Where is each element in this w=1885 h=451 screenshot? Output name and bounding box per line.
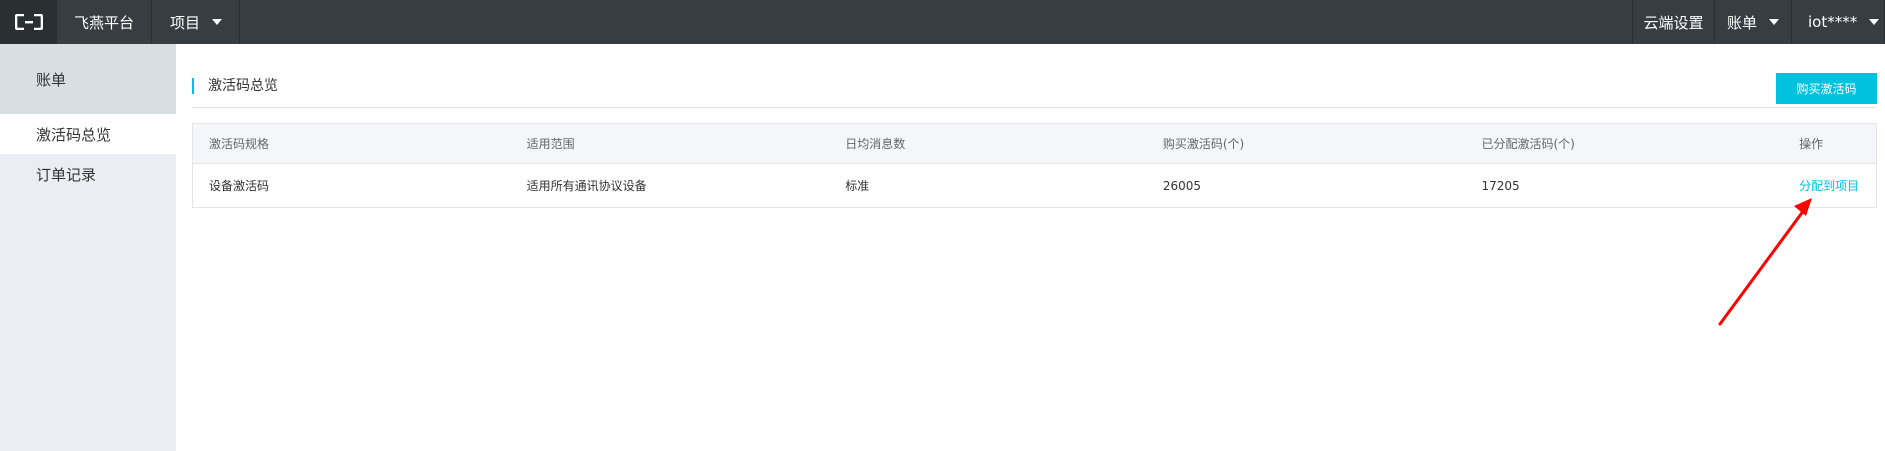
top-nav-bar: 飞燕平台 项目 云端设置 账单 iot**** <box>0 0 1885 44</box>
column-header: 购买激活码(个) <box>1162 137 1245 151</box>
sidebar-item-label: 激活码总览 <box>36 125 112 144</box>
nav-bill-dropdown[interactable]: 账单 <box>1715 0 1792 44</box>
column-header: 日均消息数 <box>845 137 906 151</box>
cell-allocated: 17205 <box>1481 178 1520 193</box>
main-content: 激活码总览 购买激活码 激活码规格 适用范围 日均消息数 购买激活码(个) 已分… <box>176 44 1885 451</box>
caret-down-icon <box>1869 19 1880 25</box>
sidebar: 账单 激活码总览 订单记录 <box>0 44 176 451</box>
cell-daily-messages: 标准 <box>845 179 870 193</box>
sidebar-item-label: 订单记录 <box>36 165 97 184</box>
column-header: 操作 <box>1799 137 1824 151</box>
sidebar-title: 账单 <box>0 44 176 114</box>
page-header: 激活码总览 购买激活码 <box>192 56 1877 108</box>
caret-down-icon <box>212 19 223 25</box>
cell-scope: 适用所有通讯协议设备 <box>526 179 647 193</box>
nav-user-dropdown[interactable]: iot**** <box>1792 0 1885 44</box>
column-header: 适用范围 <box>526 137 575 151</box>
activation-code-table: 激活码规格 适用范围 日均消息数 购买激活码(个) 已分配激活码(个) 操作 设… <box>192 123 1877 208</box>
nav-cloud-settings[interactable]: 云端设置 <box>1632 0 1715 44</box>
cell-spec: 设备激活码 <box>209 179 270 193</box>
sidebar-item-order-records[interactable]: 订单记录 <box>0 154 176 194</box>
nav-bill-label: 账单 <box>1727 13 1758 32</box>
nav-platform[interactable]: 飞燕平台 <box>57 0 152 44</box>
caret-down-icon <box>1769 19 1780 25</box>
page-title: 激活码总览 <box>192 78 278 94</box>
table-header-row: 激活码规格 适用范围 日均消息数 购买激活码(个) 已分配激活码(个) 操作 <box>193 124 1876 164</box>
column-header: 激活码规格 <box>209 137 270 151</box>
column-header: 已分配激活码(个) <box>1481 137 1575 151</box>
nav-project-label: 项目 <box>170 13 201 32</box>
nav-cloud-settings-label: 云端设置 <box>1643 13 1704 32</box>
aliyun-logo-icon[interactable] <box>0 0 57 44</box>
allocate-to-project-link[interactable]: 分配到项目 <box>1799 179 1859 193</box>
nav-project-dropdown[interactable]: 项目 <box>152 0 240 44</box>
nav-user-label: iot**** <box>1808 13 1858 31</box>
nav-platform-label: 飞燕平台 <box>73 13 134 32</box>
cell-purchased: 26005 <box>1162 178 1202 193</box>
cell-action: 分配到项目 <box>1783 177 1876 194</box>
sidebar-item-activation-overview[interactable]: 激活码总览 <box>0 114 176 154</box>
sidebar-title-label: 账单 <box>36 70 67 89</box>
table-row: 设备激活码 适用所有通讯协议设备 标准 26005 17205 分配到项目 <box>193 164 1876 207</box>
buy-activation-code-button[interactable]: 购买激活码 <box>1776 73 1877 104</box>
